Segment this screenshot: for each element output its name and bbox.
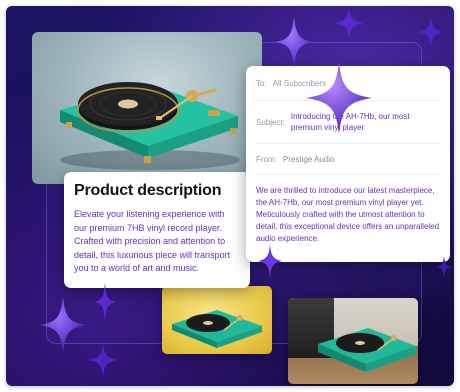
sparkle-star-icon xyxy=(418,16,444,48)
turntable-image xyxy=(60,82,240,170)
email-to-label: To: xyxy=(256,78,267,88)
email-from-label: From: xyxy=(256,154,277,164)
marketing-canvas: Product description Elevate your listeni… xyxy=(6,6,454,386)
product-description-title: Product description xyxy=(74,182,222,199)
sparkle-star-icon xyxy=(334,6,364,40)
email-from-value: Prestige Audio xyxy=(282,154,335,164)
sparkle-star-icon xyxy=(436,256,452,278)
email-subject-label: Subject: xyxy=(256,117,285,127)
sparkle-star-icon xyxy=(88,342,118,378)
email-body-text: We are thrilled to introduce our latest … xyxy=(256,186,440,243)
sparkle-star-icon xyxy=(94,282,116,322)
product-description-text: Elevate your listening experience with o… xyxy=(74,209,231,273)
turntable-image xyxy=(318,328,416,372)
turntable-photo-yellow xyxy=(162,286,272,354)
product-description-card: Product description Elevate your listeni… xyxy=(64,172,250,288)
turntable-photo-main xyxy=(32,32,262,184)
turntable-photo-room xyxy=(288,298,418,384)
email-from-row: From: Prestige Audio xyxy=(256,144,440,175)
sparkle-star-icon xyxy=(258,244,282,278)
turntable-image xyxy=(172,310,262,348)
sparkle-star-icon xyxy=(306,62,372,134)
sparkle-star-icon xyxy=(40,296,86,354)
sparkle-star-icon xyxy=(274,16,314,68)
